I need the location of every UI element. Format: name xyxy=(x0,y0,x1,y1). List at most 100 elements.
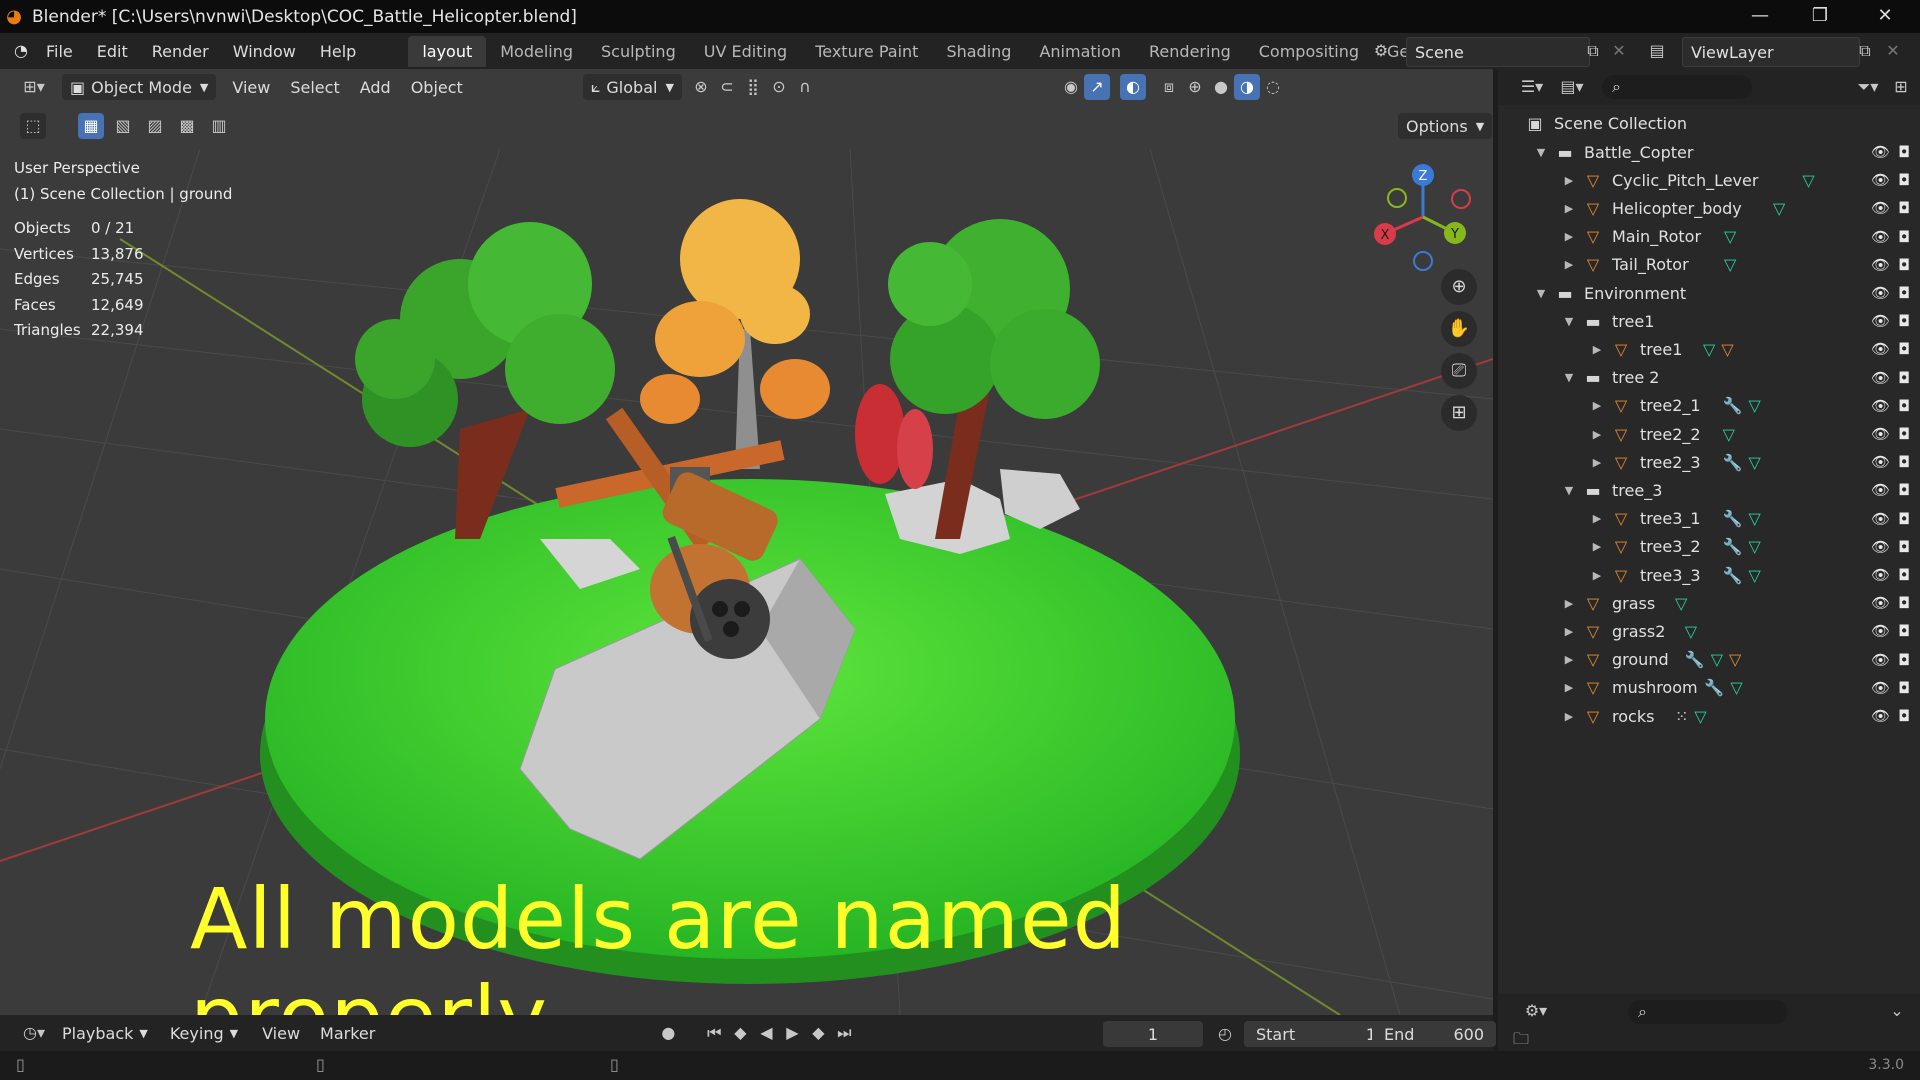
render-camera-icon[interactable]: ◘ xyxy=(1898,171,1910,189)
expand-arrow-icon[interactable]: ▶ xyxy=(1562,710,1576,723)
preview-range-icon[interactable]: ◴ xyxy=(1212,1021,1238,1047)
menu-render[interactable]: Render xyxy=(140,42,221,61)
collapse-arrow-icon[interactable]: ▼ xyxy=(1562,315,1576,328)
scene-field[interactable]: Scene xyxy=(1406,37,1590,67)
keying-menu[interactable]: Keying ▼ xyxy=(162,1020,246,1046)
expand-arrow-icon[interactable]: ▶ xyxy=(1590,343,1604,356)
close-button[interactable]: ✕ xyxy=(1855,0,1915,33)
particle-system-icon[interactable]: ⁙ xyxy=(1675,707,1688,726)
eye-icon[interactable]: 👁 xyxy=(1871,679,1890,697)
filter-icon[interactable]: ⏷▾ xyxy=(1848,74,1888,100)
expand-arrow-icon[interactable]: ▶ xyxy=(1590,569,1604,582)
gizmo-neg-z[interactable] xyxy=(1413,251,1433,271)
expand-arrow-icon[interactable]: ▶ xyxy=(1562,597,1576,610)
overlay-toggle-icon[interactable]: ◐ xyxy=(1119,74,1146,100)
outliner-row-mesh[interactable]: ▶ ▽ mushroom 🔧 ▽ 👁 ◘ xyxy=(1498,674,1920,702)
render-camera-icon[interactable]: ◘ xyxy=(1898,143,1910,161)
mesh-data-icon[interactable]: ▽ xyxy=(1675,594,1687,613)
render-camera-icon[interactable]: ◘ xyxy=(1898,340,1910,358)
current-frame-field[interactable]: 1 xyxy=(1103,1021,1203,1047)
render-camera-icon[interactable]: ◘ xyxy=(1898,510,1910,528)
render-camera-icon[interactable]: ◘ xyxy=(1898,284,1910,302)
outliner-row-mesh[interactable]: ▶ ▽ grass ▽ 👁 ◘ xyxy=(1498,589,1920,617)
options-dropdown[interactable]: Options ▼ xyxy=(1398,113,1493,139)
delete-scene-icon[interactable]: ✕ xyxy=(1606,38,1632,64)
solid-shading-icon[interactable]: ● xyxy=(1208,74,1234,100)
child-objects-icon[interactable]: ▽ xyxy=(1721,340,1733,359)
eye-icon[interactable]: 👁 xyxy=(1871,256,1890,274)
object-mode-dropdown[interactable]: ▣ Object Mode ▼ xyxy=(62,74,217,100)
mesh-data-icon[interactable]: ▽ xyxy=(1703,340,1715,359)
wireframe-shading-icon[interactable]: ⊕ xyxy=(1182,74,1208,100)
collapse-arrow-icon[interactable]: ▼ xyxy=(1562,484,1576,497)
view-layer-selector-icon[interactable]: ▤ xyxy=(1644,38,1670,64)
tab-animation[interactable]: Animation xyxy=(1025,36,1135,67)
outliner-row-mesh[interactable]: ▶ ▽ tree1 ▽ ▽ 👁 ◘ xyxy=(1498,335,1920,363)
collapse-arrow-icon[interactable]: ▼ xyxy=(1562,371,1576,384)
falloff-icon[interactable]: ∩ xyxy=(792,74,818,100)
menu-window[interactable]: Window xyxy=(221,42,308,61)
jump-end-icon[interactable]: ⏭ xyxy=(831,1020,857,1046)
expand-arrow-icon[interactable]: ▶ xyxy=(1562,681,1576,694)
mesh-data-icon[interactable]: ▽ xyxy=(1749,537,1761,556)
expand-arrow-icon[interactable]: ▶ xyxy=(1562,174,1576,187)
outliner-row-mesh[interactable]: ▶ ▽ Main_Rotor ▽ 👁 ◘ xyxy=(1498,223,1920,251)
delete-view-layer-icon[interactable]: ✕ xyxy=(1880,38,1906,64)
transform-orientation-dropdown[interactable]: ⟀ Global ▼ xyxy=(582,74,682,100)
playback-menu[interactable]: Playback ▼ xyxy=(54,1020,156,1046)
outliner-row-collection[interactable]: ▼ ▬ Environment 👁 ◘ xyxy=(1498,279,1920,307)
properties-editor-type-icon[interactable]: ⚙▾ xyxy=(1516,998,1556,1024)
viewport-menu-view[interactable]: View xyxy=(222,78,280,97)
tab-rendering[interactable]: Rendering xyxy=(1135,36,1245,67)
mesh-data-icon[interactable]: ▽ xyxy=(1711,650,1723,669)
eye-icon[interactable]: 👁 xyxy=(1871,369,1890,387)
eye-icon[interactable]: 👁 xyxy=(1871,538,1890,556)
mesh-data-icon[interactable]: ▽ xyxy=(1749,566,1761,585)
modifier-wrench-icon[interactable]: 🔧 xyxy=(1723,396,1743,415)
new-scene-icon[interactable]: ⧉ xyxy=(1580,38,1606,64)
collapse-arrow-icon[interactable]: ▼ xyxy=(1534,146,1548,159)
tab-sculpting[interactable]: Sculpting xyxy=(587,36,690,67)
eye-icon[interactable]: 👁 xyxy=(1871,510,1890,528)
zoom-icon[interactable]: ⊕ xyxy=(1441,269,1477,305)
render-camera-icon[interactable]: ◘ xyxy=(1898,594,1910,612)
3d-viewport[interactable]: ⊞▾ ▣ Object Mode ▼ View Select Add Objec… xyxy=(0,69,1493,1015)
tool-properties-icon[interactable]: 🗀 xyxy=(1508,1026,1534,1052)
eye-icon[interactable]: 👁 xyxy=(1871,284,1890,302)
mesh-data-icon[interactable]: ▽ xyxy=(1802,171,1814,190)
viewport-menu-select[interactable]: Select xyxy=(280,78,349,97)
outliner-row-collection[interactable]: ▼ ▬ tree 2 👁 ◘ xyxy=(1498,364,1920,392)
outliner-row-collection[interactable]: ▼ ▬ Battle_Copter 👁 ◘ xyxy=(1498,138,1920,166)
outliner-row-collection[interactable]: ▼ ▬ tree1 👁 ◘ xyxy=(1498,307,1920,335)
blender-menu-icon[interactable]: ◔ xyxy=(8,38,34,64)
proportional-edit-icon[interactable]: ⊙ xyxy=(766,74,792,100)
start-frame-field[interactable]: Start 1 xyxy=(1244,1021,1388,1047)
new-view-layer-icon[interactable]: ⧉ xyxy=(1852,38,1878,64)
next-keyframe-icon[interactable]: ◆ xyxy=(805,1020,831,1046)
pivot-point-icon[interactable]: ⊗ xyxy=(688,74,714,100)
outliner-row-mesh[interactable]: ▶ ▽ ground 🔧 ▽ ▽ 👁 ◘ xyxy=(1498,646,1920,674)
play-reverse-icon[interactable]: ◀ xyxy=(753,1020,779,1046)
mesh-data-icon[interactable]: ▽ xyxy=(1694,707,1706,726)
render-camera-icon[interactable]: ◘ xyxy=(1898,481,1910,499)
mesh-data-icon[interactable]: ▽ xyxy=(1724,255,1736,274)
end-frame-field[interactable]: End 600 xyxy=(1372,1021,1496,1047)
tab-texture-paint[interactable]: Texture Paint xyxy=(801,36,932,67)
render-camera-icon[interactable]: ◘ xyxy=(1898,397,1910,415)
perspective-toggle-icon[interactable]: ⊞ xyxy=(1441,395,1477,431)
outliner-row-mesh[interactable]: ▶ ▽ tree3_3 🔧 ▽ 👁 ◘ xyxy=(1498,561,1920,589)
mesh-data-icon[interactable]: ▽ xyxy=(1749,509,1761,528)
camera-view-icon[interactable]: ⎚ xyxy=(1441,353,1477,389)
render-camera-icon[interactable]: ◘ xyxy=(1898,425,1910,443)
outliner-search-input[interactable]: ⌕ xyxy=(1602,75,1752,99)
expand-arrow-icon[interactable]: ▶ xyxy=(1590,456,1604,469)
modifier-wrench-icon[interactable]: 🔧 xyxy=(1723,453,1743,472)
render-camera-icon[interactable]: ◘ xyxy=(1898,369,1910,387)
eye-icon[interactable]: 👁 xyxy=(1871,397,1890,415)
eye-icon[interactable]: 👁 xyxy=(1871,340,1890,358)
play-icon[interactable]: ▶ xyxy=(779,1020,805,1046)
menu-edit[interactable]: Edit xyxy=(85,42,140,61)
select-intersect-icon[interactable]: ▥ xyxy=(206,113,232,139)
maximize-button[interactable]: ❐ xyxy=(1790,0,1850,33)
mesh-data-icon[interactable]: ▽ xyxy=(1749,453,1761,472)
